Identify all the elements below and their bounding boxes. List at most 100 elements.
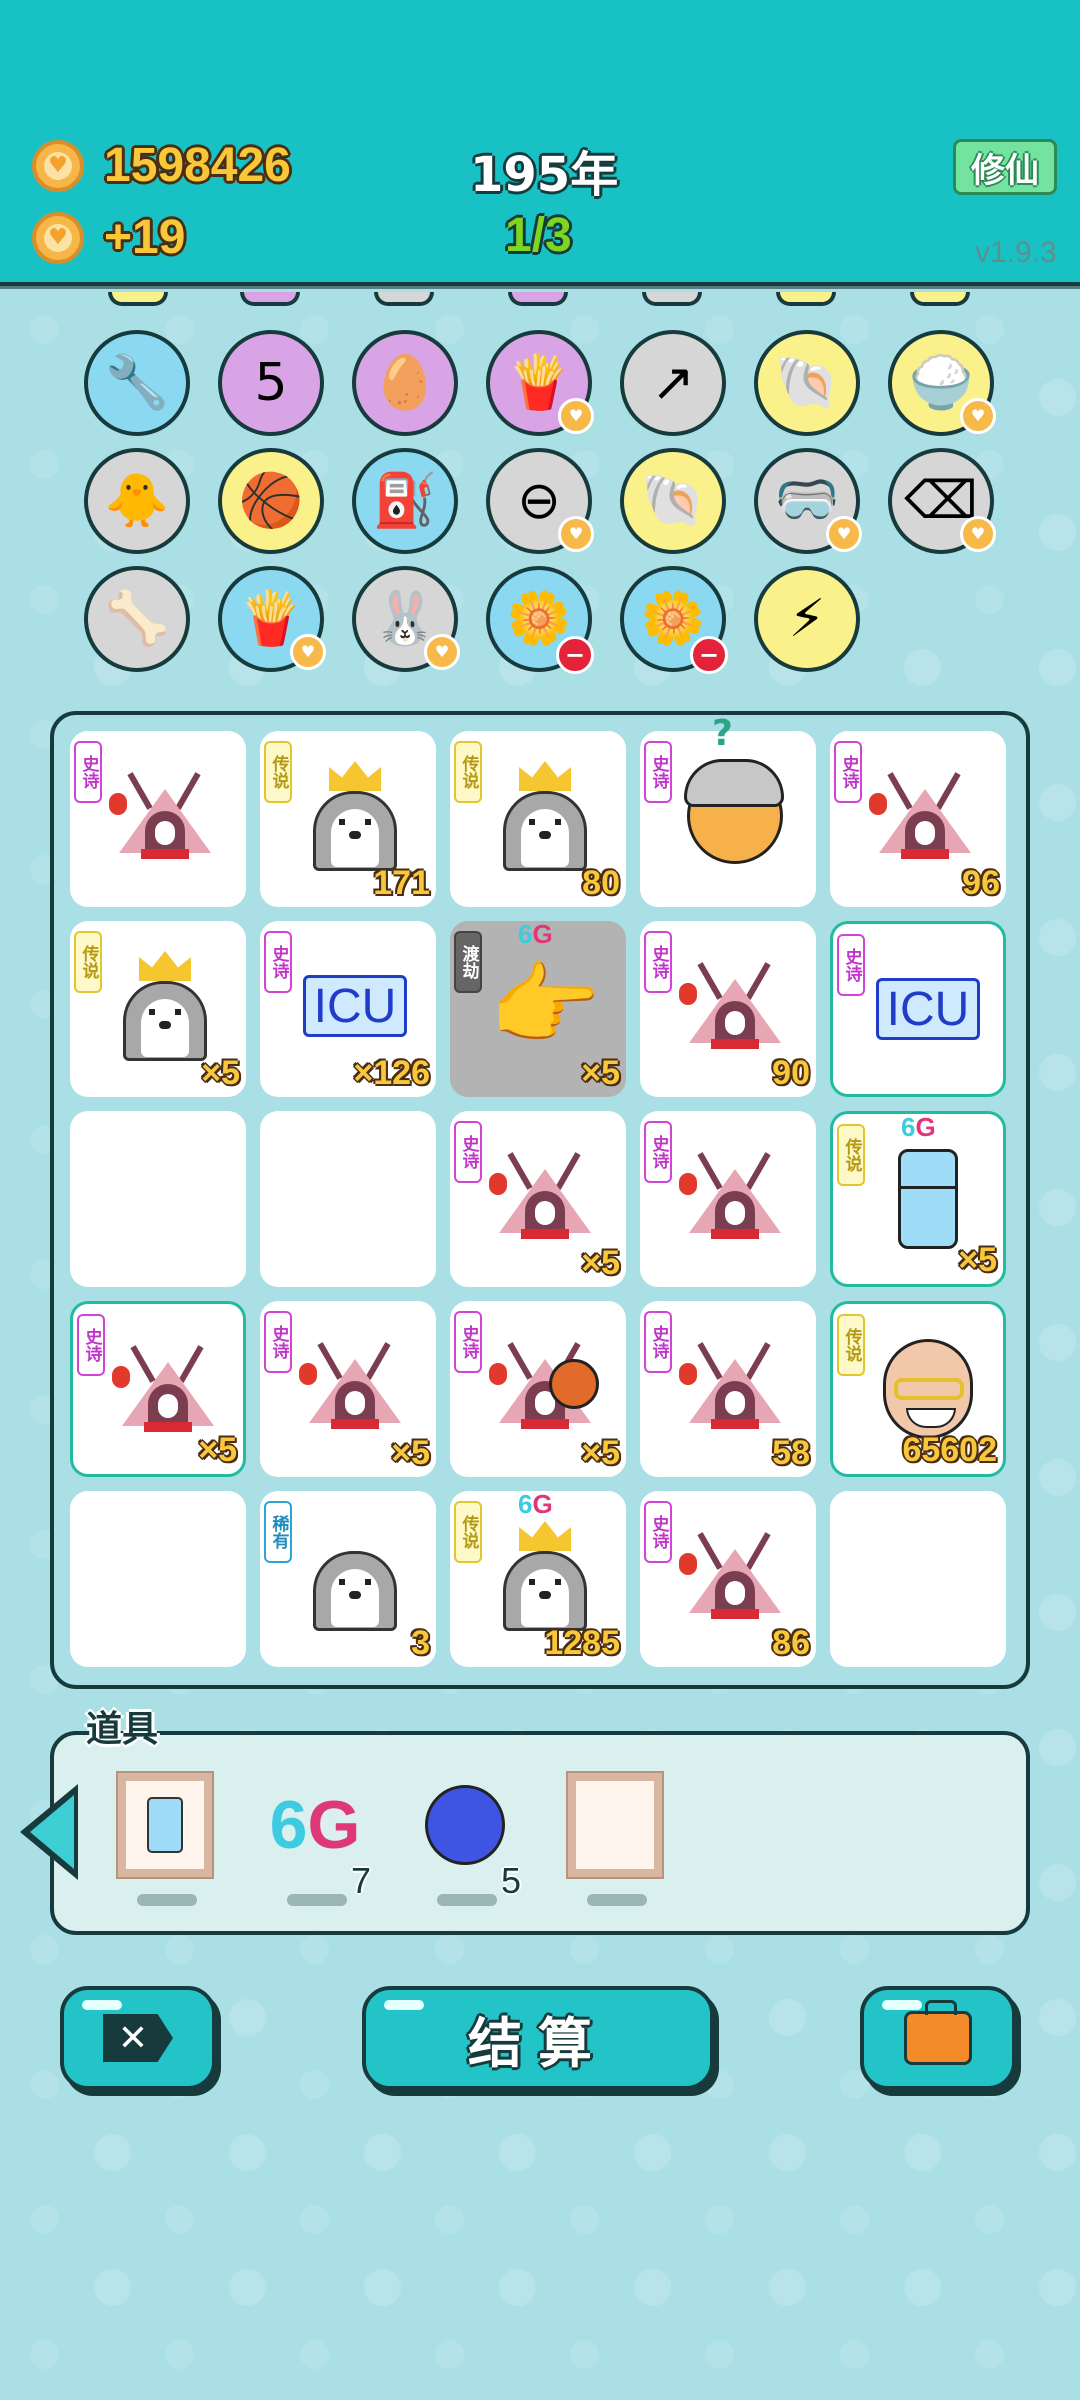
6g-badge-icon: 6G <box>901 1112 936 1142</box>
board-cell[interactable]: 史诗 96 <box>830 731 1006 907</box>
board-cell[interactable]: 史诗 ×5 <box>70 1301 246 1477</box>
board-cell[interactable]: 史诗? <box>640 713 816 907</box>
tent-lantern <box>109 793 127 815</box>
tent-plank <box>521 1419 569 1429</box>
item-count: 96 <box>962 864 1000 902</box>
relic-potted-flower-icon[interactable]: 🌼 − <box>486 566 594 674</box>
item-art <box>290 751 420 881</box>
board-cell[interactable]: 史诗 ×5 <box>450 1301 626 1477</box>
board-cell[interactable]: 史诗 58 <box>640 1301 816 1477</box>
board-cell[interactable]: 传说 80 <box>450 731 626 907</box>
board-cell[interactable]: 史诗 ×5 <box>450 1111 626 1287</box>
board-cell[interactable]: 史诗 90 <box>640 921 816 1097</box>
relic-egg-icon[interactable]: 🥚 <box>352 330 458 436</box>
frame-icon <box>118 1773 212 1877</box>
tent-plank <box>901 849 949 859</box>
blueberry-item[interactable]: 5 <box>415 1770 521 1906</box>
husky-eyes <box>529 1579 561 1585</box>
tent-plank <box>521 1229 569 1239</box>
pointing-hand-icon: 👉 <box>488 953 602 1058</box>
6g-item[interactable]: 6G 7 <box>265 1770 371 1906</box>
basketballs-icon: 🏀 <box>238 471 304 531</box>
cultivation-mode-button[interactable]: 修仙 <box>953 139 1057 195</box>
relic-pet-bowl-icon[interactable]: 🦴 <box>84 566 190 672</box>
fridge-icon <box>898 1149 958 1249</box>
rarity-tag: 传说 <box>454 741 482 803</box>
calendar-icon: 5 <box>254 353 288 413</box>
husky-nose <box>539 831 551 839</box>
relic-minus-circle-icon[interactable]: ⊖ ♥ <box>486 448 594 554</box>
relic-shell-icon[interactable]: 🐚 <box>620 448 726 554</box>
round-counter: 1/3 <box>505 209 572 262</box>
board-cell[interactable]: 史诗 <box>70 731 246 907</box>
relic-chick-egg-icon[interactable]: 🐥 <box>84 448 190 554</box>
heart-badge-icon: ♥ <box>558 398 594 434</box>
board-cell[interactable]: 传说 ×5 <box>70 921 246 1097</box>
rice-bowl-icon: 🍚 <box>908 353 974 413</box>
relic-fries-icon[interactable]: 🍟 ♥ <box>218 566 326 672</box>
inventory-button[interactable] <box>860 1986 1016 2090</box>
heart-badge-icon: ♥ <box>960 516 996 552</box>
relic-calendar-icon[interactable]: 5 <box>218 330 324 436</box>
tent-lantern <box>679 1553 697 1575</box>
relic-basketballs-icon[interactable]: 🏀 <box>218 448 324 554</box>
relic-potted-flower-icon[interactable]: 🌼 − <box>620 566 728 674</box>
relic-shell-icon[interactable]: 🐚 <box>754 330 860 436</box>
6g-icon: 6G <box>269 1787 361 1863</box>
board-cell[interactable]: 史诗 ×5 <box>260 1301 436 1477</box>
settle-button[interactable]: 结算 <box>362 1986 714 2090</box>
tent-bunny <box>725 1391 745 1415</box>
item-count: ×5 <box>581 1054 620 1092</box>
rarity-tag: 史诗 <box>264 931 292 993</box>
potted-flower-icon: 🌼 <box>640 589 706 649</box>
shield-wrench-icon: 🔧 <box>104 353 170 413</box>
item-count: 171 <box>373 864 430 902</box>
tent-icon <box>112 1344 218 1434</box>
item-count: 5 <box>500 1860 521 1901</box>
board-cell[interactable]: 渡劫 👉 6G ×5 <box>450 919 626 1097</box>
board-cell-empty[interactable] <box>70 1491 246 1667</box>
heart-badge-icon: ♥ <box>960 398 996 434</box>
relic-delete-tag-icon[interactable]: ⌫ ♥ <box>888 448 996 554</box>
board-cell[interactable]: 传说 65602 <box>830 1301 1006 1477</box>
relic-shield-wrench-icon[interactable]: 🔧 <box>84 330 190 436</box>
coin-count: 1598426 <box>104 139 291 192</box>
fries-icon: 🍟 <box>506 353 572 413</box>
rarity-tag: 史诗 <box>644 931 672 993</box>
discard-button[interactable]: ✕ <box>60 1986 216 2090</box>
board-cell[interactable]: 传说 6G ×5 <box>830 1111 1006 1287</box>
icu-icon: ICU <box>303 975 407 1037</box>
relic-goggles-icon[interactable]: 🥽 ♥ <box>754 448 862 554</box>
board-cell[interactable]: 传说 6G 1285 <box>450 1489 626 1667</box>
tent-bunny <box>158 1394 178 1418</box>
board-cell[interactable]: 史诗 ICU <box>830 921 1006 1097</box>
tent-plank <box>711 1419 759 1429</box>
relic-pump-icon[interactable]: ⛽ <box>352 448 458 554</box>
tent-plank <box>331 1419 379 1429</box>
board-cell-empty[interactable] <box>830 1491 1006 1667</box>
board-cell-empty[interactable] <box>70 1111 246 1287</box>
empty-frame-item[interactable] <box>565 1770 665 1906</box>
header-divider <box>0 286 1080 289</box>
question-mark-icon: ? <box>712 713 733 754</box>
board-cell[interactable]: 史诗 ICU ×126 <box>260 921 436 1097</box>
egg-icon: 🥚 <box>372 353 438 413</box>
rarity-tag: 史诗 <box>644 741 672 803</box>
relic-rice-bowl-icon[interactable]: 🍚 ♥ <box>888 330 996 436</box>
tent-plank <box>711 1039 759 1049</box>
board-cell[interactable]: 传说 171 <box>260 731 436 907</box>
item-count: ×5 <box>391 1434 430 1472</box>
relic-lightning-icon[interactable]: ⚡ <box>754 566 860 672</box>
tent-bunny <box>155 821 175 845</box>
rarity-tag: 史诗 <box>644 1121 672 1183</box>
board-cell[interactable]: 稀有 3 <box>260 1491 436 1667</box>
fridge-frame-item[interactable] <box>115 1770 215 1906</box>
relic-fries-icon[interactable]: 🍟 ♥ <box>486 330 594 436</box>
board-cell-empty[interactable] <box>260 1111 436 1287</box>
item-art <box>480 751 610 881</box>
board-cell[interactable]: 史诗 86 <box>640 1491 816 1667</box>
relic-upgrade-arrow-icon[interactable]: ↗ <box>620 330 726 436</box>
board-cell[interactable]: 史诗 <box>640 1111 816 1287</box>
relic-rabbit-icon[interactable]: 🐰 ♥ <box>352 566 460 672</box>
button-shine <box>82 2000 122 2010</box>
